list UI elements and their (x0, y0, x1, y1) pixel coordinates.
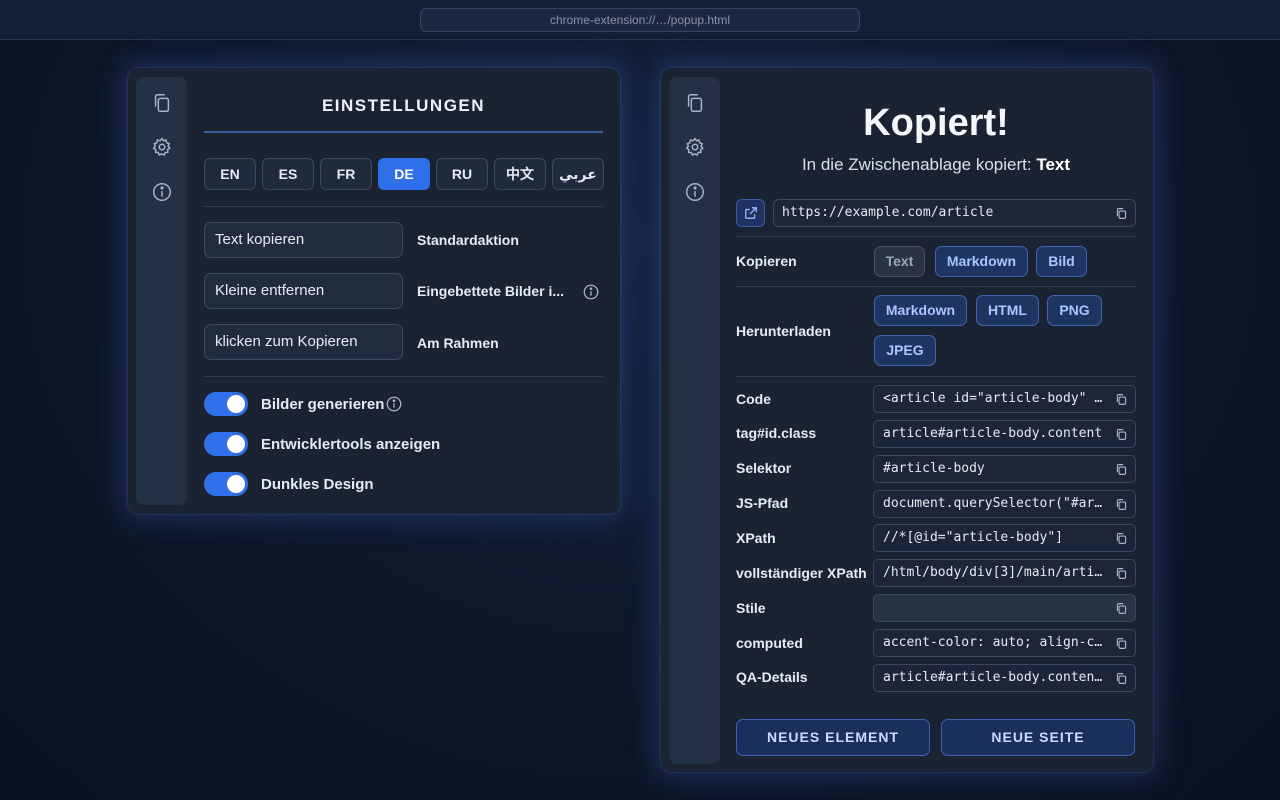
embedded-images-label: Eingebettete Bilder i... (417, 283, 565, 299)
lang-button-ar[interactable]: عربي (552, 158, 604, 190)
open-link-button[interactable] (736, 199, 765, 227)
title-divider (204, 131, 603, 133)
lang-button-fr[interactable]: FR (320, 158, 372, 190)
full-xpath-field[interactable]: /html/body/div[3]/main/artic... (873, 559, 1136, 587)
field-label-xpath: XPath (736, 530, 776, 546)
default-action-select[interactable]: Text kopieren (204, 222, 403, 258)
copy-icon[interactable] (1115, 532, 1128, 545)
side-rail (136, 77, 187, 505)
selector-field[interactable]: #article-body (873, 455, 1136, 483)
devtools-toggle[interactable] (204, 432, 248, 456)
toggle-knob (227, 395, 245, 413)
address-bar[interactable]: chrome-extension://…/popup.html (420, 8, 860, 32)
default-action-label: Standardaktion (417, 232, 519, 248)
copy-icon[interactable] (1115, 602, 1128, 615)
url-value: https://example.com/article (782, 205, 994, 220)
qa-details-value: article#article-body.content... (883, 670, 1126, 685)
embedded-images-select[interactable]: Kleine entfernen (204, 273, 403, 309)
field-label-computed: computed (736, 635, 803, 651)
lang-button-de[interactable]: DE (378, 158, 430, 190)
side-rail (669, 77, 720, 764)
new-page-button[interactable]: NEUE SEITE (941, 719, 1135, 756)
copied-heading: Kopiert! (863, 102, 1009, 144)
field-label-code: Code (736, 391, 771, 407)
lang-button-ru[interactable]: RU (436, 158, 488, 190)
dark-design-label: Dunkles Design (261, 476, 374, 493)
copy-markdown-button[interactable]: Markdown (935, 246, 1028, 277)
copy-icon[interactable] (1115, 498, 1128, 511)
xpath-value: //*[@id="article-body"] (883, 530, 1064, 545)
field-label-qa-details: QA-Details (736, 669, 808, 685)
external-link-icon (745, 207, 757, 219)
gear-icon[interactable] (684, 136, 706, 158)
field-label-full-xpath: vollständiger XPath (736, 565, 867, 581)
frame-click-label: Am Rahmen (417, 335, 499, 351)
copy-icon[interactable] (1115, 463, 1128, 476)
info-icon[interactable] (151, 181, 173, 203)
js-path-value: document.querySelector("#art... (883, 496, 1126, 511)
result-panel: Kopiert! In die Zwischenablage kopiert: … (661, 68, 1153, 772)
full-xpath-value: /html/body/div[3]/main/artic... (883, 565, 1126, 580)
frame-click-select[interactable]: klicken zum Kopieren (204, 324, 403, 360)
download-html-button[interactable]: HTML (976, 295, 1039, 326)
browser-topbar: chrome-extension://…/popup.html (0, 0, 1280, 40)
computed-value: accent-color: auto; align-co... (883, 635, 1126, 650)
divider (736, 236, 1136, 237)
divider (204, 376, 603, 377)
copy-text-button[interactable]: Text (874, 246, 925, 277)
toggle-knob (227, 475, 245, 493)
copy-icon[interactable] (1115, 672, 1128, 685)
lang-button-zh[interactable]: 中文 (494, 158, 546, 190)
copy-icon[interactable] (1115, 393, 1128, 406)
tag-id-class-field[interactable]: article#article-body.content (873, 420, 1136, 448)
field-label-styles: Stile (736, 600, 766, 616)
divider (736, 376, 1136, 377)
styles-field[interactable] (873, 594, 1136, 622)
info-icon[interactable] (582, 283, 600, 301)
divider (204, 206, 603, 207)
toggle-knob (227, 435, 245, 453)
copy-icon[interactable] (1115, 207, 1128, 220)
code-field[interactable]: <article id="article-body" c... (873, 385, 1136, 413)
copy-icon[interactable] (1115, 428, 1128, 441)
copy-image-button[interactable]: Bild (1036, 246, 1087, 277)
new-element-button[interactable]: NEUES ELEMENT (736, 719, 930, 756)
tag-id-class-value: article#article-body.content (883, 426, 1103, 441)
generate-images-toggle[interactable] (204, 392, 248, 416)
divider (736, 286, 1136, 287)
copy-icon[interactable] (151, 92, 173, 114)
lang-button-en[interactable]: EN (204, 158, 256, 190)
download-jpeg-button[interactable]: JPEG (874, 335, 936, 366)
dark-design-toggle[interactable] (204, 472, 248, 496)
field-label-tag: tag#id.class (736, 425, 817, 441)
gear-icon[interactable] (151, 136, 173, 158)
download-row-label: Herunterladen (736, 323, 831, 339)
field-label-selector: Selektor (736, 460, 792, 476)
copy-icon[interactable] (1115, 637, 1128, 650)
xpath-field[interactable]: //*[@id="article-body"] (873, 524, 1136, 552)
info-icon[interactable] (385, 395, 403, 413)
selector-value: #article-body (883, 461, 985, 476)
copy-row-label: Kopieren (736, 253, 797, 269)
lang-button-es[interactable]: ES (262, 158, 314, 190)
copied-type: Text (1036, 155, 1071, 174)
computed-field[interactable]: accent-color: auto; align-co... (873, 629, 1136, 657)
settings-panel: EINSTELLUNGEN EN ES FR DE RU 中文 عربي Tex… (128, 68, 620, 514)
settings-title: EINSTELLUNGEN (321, 96, 486, 115)
info-icon[interactable] (684, 181, 706, 203)
qa-details-field[interactable]: article#article-body.content... (873, 664, 1136, 692)
devtools-label: Entwicklertools anzeigen (261, 436, 441, 453)
generate-images-label: Bilder generieren (261, 396, 385, 413)
language-selector: EN ES FR DE RU 中文 عربي (204, 158, 604, 190)
copy-icon[interactable] (1115, 567, 1128, 580)
copied-subheading: In die Zwischenablage kopiert: Text (736, 155, 1136, 175)
copied-subheading-prefix: In die Zwischenablage kopiert: (801, 155, 1032, 174)
url-field[interactable]: https://example.com/article (773, 199, 1136, 227)
download-png-button[interactable]: PNG (1047, 295, 1102, 326)
field-label-js-path: JS-Pfad (736, 495, 789, 511)
copy-icon[interactable] (684, 92, 706, 114)
download-markdown-button[interactable]: Markdown (874, 295, 967, 326)
js-path-field[interactable]: document.querySelector("#art... (873, 490, 1136, 518)
code-value: <article id="article-body" c... (883, 391, 1126, 406)
